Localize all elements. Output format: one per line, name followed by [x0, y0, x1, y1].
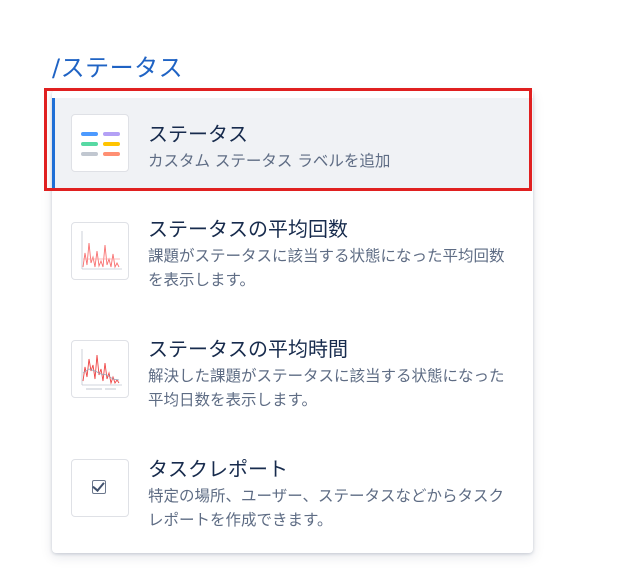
menu-item-description: 解決した課題がステータスに該当する状態になった平均日数を表示します。	[148, 367, 505, 409]
menu-item-status[interactable]: ステータス カスタム ステータス ラベルを追加	[52, 98, 533, 190]
page: /ステータス ステータス カスタム ステータス ラベルを追加 ステータスの平均回…	[0, 0, 620, 572]
menu-item-description: カスタム ステータス ラベルを追加	[148, 152, 391, 170]
average-count-chart-icon	[71, 222, 129, 280]
checkbox-icon	[71, 459, 129, 517]
status-labels-icon	[71, 114, 129, 172]
menu-item-description: 特定の場所、ユーザー、ステータスなどからタスクレポートを作成できます。	[148, 487, 505, 529]
menu-item-title: ステータスの平均時間	[148, 337, 348, 361]
menu-item-title: タスクレポート	[148, 457, 288, 481]
status-label-yellow	[103, 142, 120, 146]
average-count-chart-graphic	[81, 231, 122, 270]
status-label-blue	[81, 132, 98, 136]
menu-item-task-report[interactable]: タスクレポート 特定の場所、ユーザー、ステータスなどからタスクレポートを作成でき…	[52, 430, 533, 550]
slash-command-text: /ステータス	[52, 54, 184, 82]
status-label-grey	[81, 152, 98, 156]
menu-item-title: ステータス	[148, 122, 248, 146]
menu-item-description: 課題がステータスに該当する状態になった平均回数を表示します。	[148, 247, 505, 289]
average-time-chart-icon	[71, 340, 129, 398]
status-label-red	[103, 152, 120, 156]
menu-item-status-average-count[interactable]: ステータスの平均回数 課題がステータスに該当する状態になった平均回数を表示します…	[52, 190, 533, 310]
macro-suggestion-menu: ステータス カスタム ステータス ラベルを追加 ステータスの平均回数 課題がステ…	[52, 90, 533, 553]
status-label-green	[81, 142, 98, 146]
menu-item-status-average-time[interactable]: ステータスの平均時間 解決した課題がステータスに該当する状態になった平均日数を表…	[52, 310, 533, 430]
menu-item-title: ステータスの平均回数	[148, 217, 348, 241]
average-time-chart-graphic	[81, 349, 122, 390]
status-label-purple	[103, 132, 120, 136]
